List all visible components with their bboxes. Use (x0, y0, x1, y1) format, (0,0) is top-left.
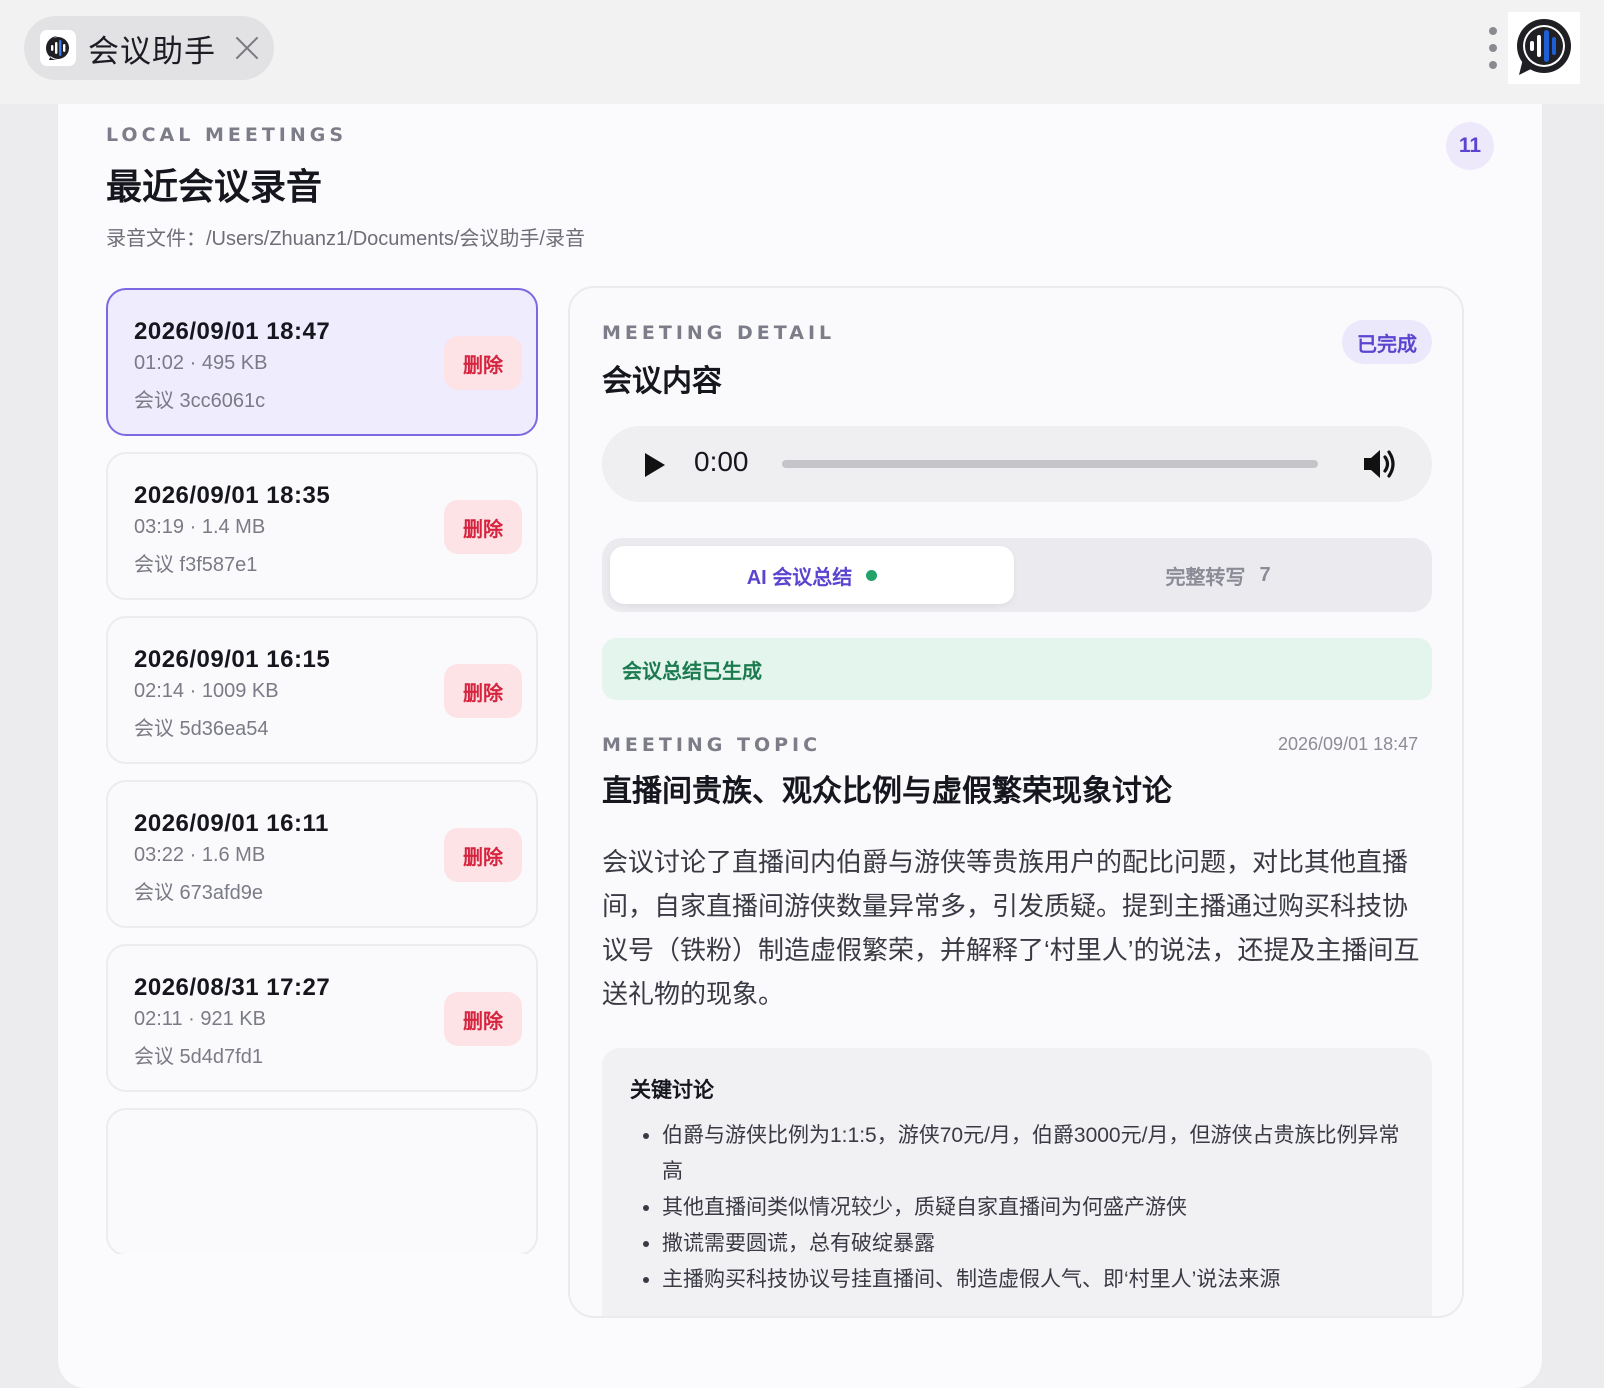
audio-player: 0:00 (602, 426, 1432, 502)
key-discussion-list: 伯爵与游侠比例为1:1:5，游侠70元/月，伯爵3000元/月，但游侠占贵族比例… (662, 1118, 1402, 1298)
meeting-card[interactable]: 2026/08/31 17:27 02:11 · 921 KB 会议 5d4d7… (106, 944, 538, 1092)
tab-full-transcript-label: 完整转写 (1165, 566, 1246, 589)
meeting-card[interactable]: 2026/09/01 16:11 03:22 · 1.6 MB 会议 673af… (106, 780, 538, 928)
delete-button[interactable]: 删除 (444, 500, 522, 554)
list-item: 伯爵与游侠比例为1:1:5，游侠70元/月，伯爵3000元/月，但游侠占贵族比例… (662, 1118, 1402, 1190)
delete-button[interactable]: 删除 (444, 336, 522, 390)
key-discussion-title: 关键讨论 (630, 1079, 714, 1102)
meeting-list: 2026/09/01 18:47 01:02 · 495 KB 会议 3cc60… (106, 288, 538, 1254)
meeting-name: 会议 3cc6061c (134, 390, 266, 412)
tab-ai-summary[interactable]: AI 会议总结 (610, 546, 1014, 604)
meeting-name: 会议 f3f587e1 (134, 554, 258, 576)
topic-eyebrow: MEETING TOPIC (602, 734, 822, 756)
delete-button[interactable]: 删除 (444, 664, 522, 718)
meeting-date: 2026/08/31 17:27 (134, 974, 331, 1001)
meeting-meta: 02:14 · 1009 KB (134, 680, 279, 702)
app-logo-large-icon (1508, 12, 1580, 84)
title-bar: 会议助手 (0, 0, 1604, 104)
topic-date: 2026/09/01 18:47 (1278, 734, 1419, 754)
detail-eyebrow: MEETING DETAIL (602, 322, 836, 344)
detail-tabs: AI 会议总结 完整转写 7 (602, 538, 1432, 612)
meeting-card[interactable]: 2026/09/01 16:15 02:14 · 1009 KB 会议 5d36… (106, 616, 538, 764)
delete-button[interactable]: 删除 (444, 992, 522, 1046)
delete-button[interactable]: 删除 (444, 828, 522, 882)
list-item: 撒谎需要圆谎，总有破绽暴露 (662, 1226, 1402, 1262)
meeting-meta: 03:22 · 1.6 MB (134, 844, 266, 866)
summary-text: 会议讨论了直播间内伯爵与游侠等贵族用户的配比问题，对比其他直播间，自家直播间游侠… (602, 847, 1420, 1009)
meeting-card[interactable]: 2026/09/01 18:35 03:19 · 1.4 MB 会议 f3f58… (106, 452, 538, 600)
list-item: 其他直播间类似情况较少，质疑自家直播间为何盛产游侠 (662, 1190, 1402, 1226)
meeting-detail-panel: MEETING DETAIL 会议内容 已完成 0:00 AI 会议总结 完整转… (568, 286, 1464, 1318)
meeting-date: 2026/09/01 18:35 (134, 482, 331, 509)
meeting-count-badge: 11 (1446, 122, 1494, 170)
meeting-name: 会议 673afd9e (134, 882, 263, 904)
key-discussion-box: 关键讨论 伯爵与游侠比例为1:1:5，游侠70元/月，伯爵3000元/月，但游侠… (602, 1048, 1432, 1316)
meeting-date: 2026/09/01 18:47 (134, 318, 331, 345)
meeting-date: 2026/09/01 16:11 (134, 810, 329, 837)
summary-success-banner: 会议总结已生成 (602, 638, 1432, 700)
meeting-card-partial[interactable] (106, 1108, 538, 1254)
list-item: 主播购买科技协议号挂直播间、制造虚假人气、即‘村里人’说法来源 (662, 1262, 1402, 1298)
meeting-name: 会议 5d36ea54 (134, 718, 269, 740)
section-eyebrow: LOCAL MEETINGS (106, 124, 348, 146)
meeting-card[interactable]: 2026/09/01 18:47 01:02 · 495 KB 会议 3cc60… (106, 288, 538, 436)
close-icon[interactable] (234, 35, 260, 61)
meeting-meta: 02:11 · 921 KB (134, 1008, 266, 1030)
app-tab[interactable]: 会议助手 (24, 16, 274, 80)
more-menu-icon[interactable] (1486, 24, 1500, 72)
app-logo-icon (40, 30, 76, 66)
tab-full-transcript[interactable]: 完整转写 7 (1016, 546, 1420, 604)
topic-title: 直播间贵族、观众比例与虚假繁荣现象讨论 (602, 775, 1172, 808)
recording-path: 录音文件：/Users/Zhuanz1/Documents/会议助手/录音 (106, 228, 585, 250)
meeting-meta: 03:19 · 1.4 MB (134, 516, 266, 538)
player-time: 0:00 (694, 446, 749, 477)
tab-ai-summary-label: AI 会议总结 (746, 566, 853, 589)
seek-bar[interactable] (782, 460, 1318, 468)
meeting-date: 2026/09/01 16:15 (134, 646, 331, 673)
page-title: 最近会议录音 (106, 166, 323, 207)
status-dot-icon (866, 569, 878, 581)
play-icon[interactable] (638, 448, 670, 480)
app-tab-title: 会议助手 (88, 33, 216, 69)
status-badge: 已完成 (1342, 320, 1432, 364)
main-window: LOCAL MEETINGS 最近会议录音 录音文件：/Users/Zhuanz… (58, 104, 1542, 1388)
volume-icon[interactable] (1360, 446, 1400, 482)
meeting-meta: 01:02 · 495 KB (134, 352, 268, 374)
meeting-name: 会议 5d4d7fd1 (134, 1046, 263, 1068)
detail-title: 会议内容 (602, 365, 722, 398)
tab-transcript-count: 7 (1259, 563, 1271, 586)
